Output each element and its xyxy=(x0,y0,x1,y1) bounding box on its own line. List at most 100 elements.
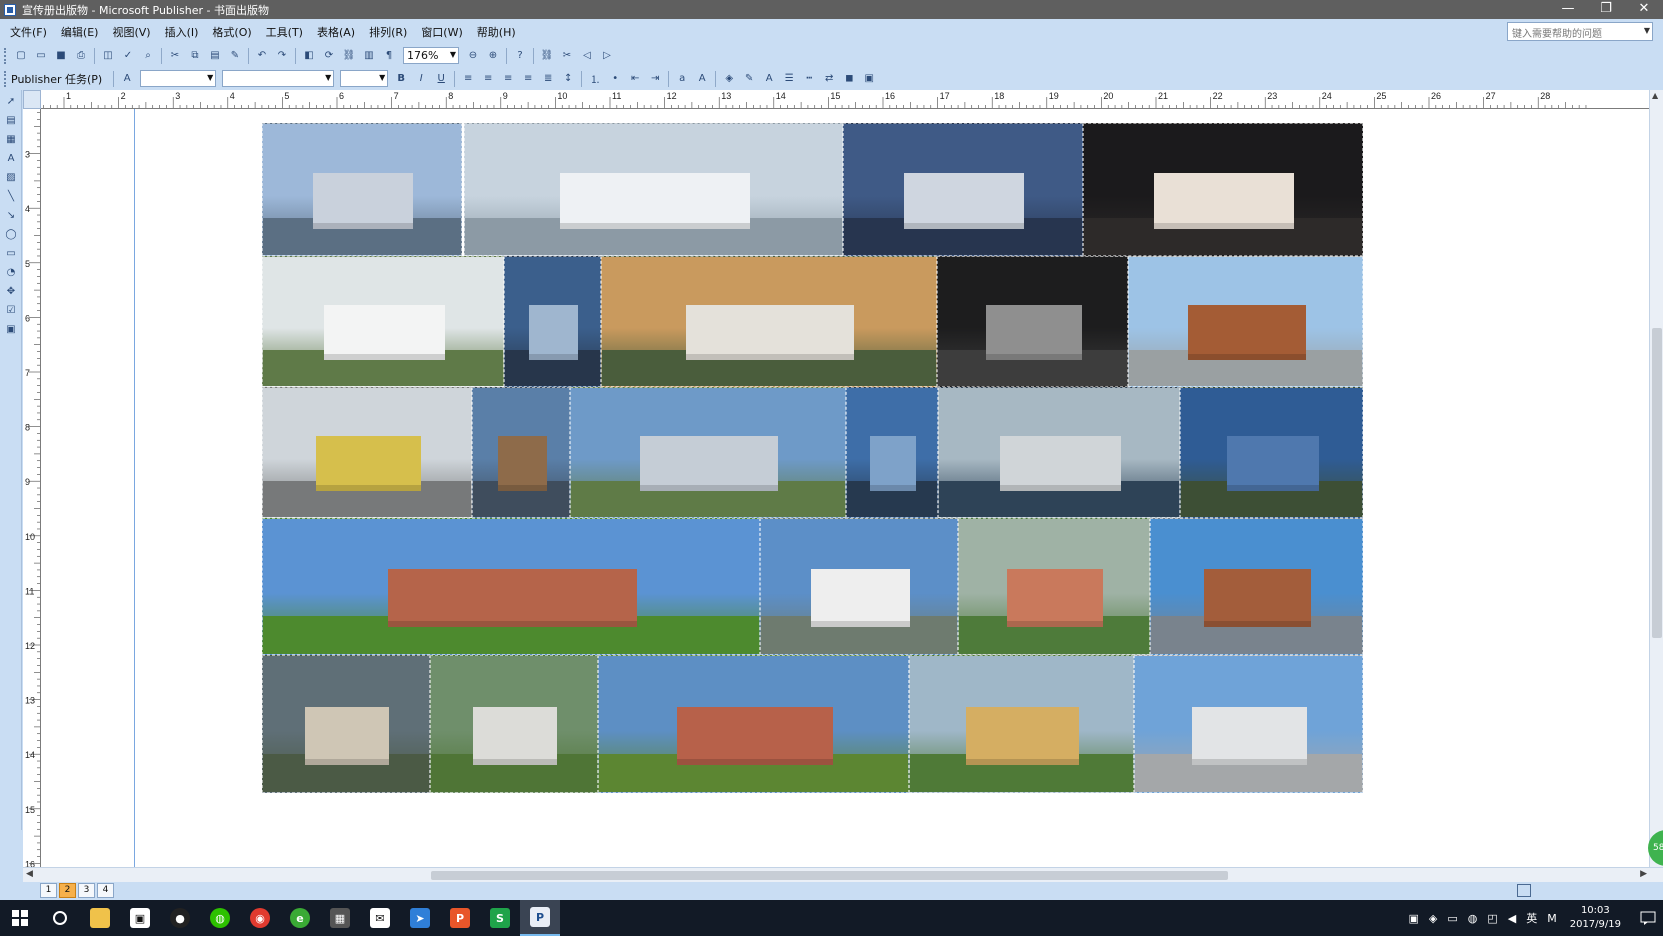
minimize-button[interactable]: — xyxy=(1549,0,1587,19)
font-select[interactable]: ▼ xyxy=(222,70,335,87)
chevron-down-icon[interactable]: ▼ xyxy=(379,73,385,82)
scroll-left-icon[interactable]: ◀ xyxy=(26,869,33,879)
photo-aerial-sports-field[interactable] xyxy=(909,655,1134,793)
page-tab-1[interactable]: 1 xyxy=(40,883,57,898)
increase-font-icon[interactable]: A xyxy=(694,71,710,87)
picture-frame-icon[interactable]: ▨ xyxy=(3,169,19,185)
photo-brick-school-trees[interactable] xyxy=(1150,518,1363,655)
hot-spot-icon[interactable]: ✥ xyxy=(3,283,19,299)
insert-hyperlink-icon[interactable]: ⛓ xyxy=(341,48,357,64)
save-icon[interactable]: ■ xyxy=(53,48,69,64)
scroll-right-icon[interactable]: ▶ xyxy=(1640,869,1647,879)
redo-icon[interactable]: ↷ xyxy=(274,48,290,64)
toolbar-grip[interactable] xyxy=(4,47,7,64)
chevron-down-icon[interactable]: ▼ xyxy=(207,73,213,82)
oval-icon[interactable]: ◯ xyxy=(3,226,19,242)
break-link-icon[interactable]: ✂ xyxy=(559,48,575,64)
photo-night-glass-tower[interactable] xyxy=(1083,123,1363,256)
italic-button[interactable]: I xyxy=(413,71,429,87)
font-size-select[interactable]: ▼ xyxy=(340,70,389,87)
line-style-icon[interactable]: ☰ xyxy=(781,71,797,87)
taskbar-wps-spreadsheet[interactable]: S xyxy=(480,900,520,936)
horizontal-scrollbar[interactable]: ◀ ▶ xyxy=(23,867,1663,882)
chevron-down-icon[interactable]: ▼ xyxy=(450,50,456,59)
start-button[interactable] xyxy=(0,900,40,936)
taskbar-store[interactable]: ▣ xyxy=(120,900,160,936)
tray-wechat-icon[interactable]: ◍ xyxy=(1468,912,1478,925)
new-icon[interactable]: ▢ xyxy=(13,48,29,64)
align-left-icon[interactable]: ≡ xyxy=(460,71,476,87)
menu-help[interactable]: 帮助(H) xyxy=(477,24,516,40)
tray-network-icon[interactable]: ◰ xyxy=(1487,912,1497,925)
photo-glass-office-block[interactable] xyxy=(570,387,846,518)
photo-brown-tower-pair[interactable] xyxy=(472,387,570,518)
menu-table[interactable]: 表格(A) xyxy=(317,24,355,40)
photo-aerial-campus-sunset[interactable] xyxy=(601,256,937,387)
table-icon[interactable]: ▦ xyxy=(3,131,19,147)
print-icon[interactable]: ⎙ xyxy=(73,48,89,64)
wordart-icon[interactable]: A xyxy=(3,150,19,166)
dash-style-icon[interactable]: ┅ xyxy=(801,71,817,87)
action-center-button[interactable] xyxy=(1633,900,1663,936)
menu-insert[interactable]: 插入(I) xyxy=(165,24,199,40)
vertical-scroll-thumb[interactable] xyxy=(1652,328,1662,638)
style-select[interactable]: ▼ xyxy=(140,70,217,87)
photo-round-brown-building[interactable] xyxy=(1128,256,1363,387)
photo-aerial-green-campus[interactable] xyxy=(430,655,598,793)
tray-app-icon[interactable]: ▣ xyxy=(1408,912,1418,925)
chevron-down-icon[interactable]: ▼ xyxy=(1644,26,1650,35)
taskbar-calculator[interactable]: ▦ xyxy=(320,900,360,936)
text-box-icon[interactable]: ▤ xyxy=(3,112,19,128)
photo-aerial-colorful-school[interactable] xyxy=(958,518,1150,655)
horizontal-scroll-thumb[interactable] xyxy=(431,871,1228,880)
task-pane-toggle[interactable]: Publisher 任务(P) xyxy=(11,71,102,87)
photo-lawn-red-school[interactable] xyxy=(598,655,909,793)
zoom-out-icon[interactable]: ⊖ xyxy=(465,48,481,64)
photo-angular-white-museum[interactable] xyxy=(262,256,504,387)
tray-shield-icon[interactable]: ◈ xyxy=(1429,912,1437,925)
menu-tools[interactable]: 工具(T) xyxy=(266,24,303,40)
taskbar-qq[interactable]: ● xyxy=(160,900,200,936)
tray-m-icon[interactable]: M xyxy=(1547,912,1557,925)
photo-aerial-city-dusk[interactable] xyxy=(262,655,430,793)
previous-frame-icon[interactable]: ◁ xyxy=(579,48,595,64)
zoom-combo[interactable]: 176% ▼ xyxy=(403,47,459,64)
next-frame-icon[interactable]: ▷ xyxy=(599,48,615,64)
scroll-up-icon[interactable]: ▲ xyxy=(1652,91,1658,100)
restore-button[interactable]: ❐ xyxy=(1587,0,1625,19)
vertical-scrollbar[interactable]: ▲ xyxy=(1649,90,1663,867)
zoom-in-icon[interactable]: ⊕ xyxy=(485,48,501,64)
rotate-icon[interactable]: ⟳ xyxy=(321,48,337,64)
line-icon[interactable]: ╲ xyxy=(3,188,19,204)
ime-indicator[interactable]: 英 xyxy=(1526,910,1537,926)
taskbar-wechat[interactable]: ◍ xyxy=(200,900,240,936)
taskbar-browser[interactable]: e xyxy=(280,900,320,936)
tray-battery-icon[interactable]: ▭ xyxy=(1447,912,1457,925)
distribute-icon[interactable]: ≣ xyxy=(540,71,556,87)
toolbar-grip[interactable] xyxy=(4,70,7,87)
ruler-corner[interactable] xyxy=(23,90,41,109)
special-characters-icon[interactable]: ¶ xyxy=(381,48,397,64)
page-tab-4[interactable]: 4 xyxy=(97,883,114,898)
cut-icon[interactable]: ✂ xyxy=(167,48,183,64)
copy-icon[interactable]: ⧉ xyxy=(187,48,203,64)
menu-format[interactable]: 格式(O) xyxy=(212,24,251,40)
menu-arrange[interactable]: 排列(R) xyxy=(369,24,407,40)
menu-window[interactable]: 窗口(W) xyxy=(421,24,462,40)
paste-icon[interactable]: ▤ xyxy=(207,48,223,64)
chevron-down-icon[interactable]: ▼ xyxy=(325,73,331,82)
vertical-ruler[interactable]: 3 4 5 6 7 8 9 10 11 12 13 14 15 16 xyxy=(23,109,41,867)
taskbar-wps-presentation[interactable]: P xyxy=(440,900,480,936)
underline-button[interactable]: U xyxy=(433,71,449,87)
help-search-input[interactable]: 键入需要帮助的问题 ▼ xyxy=(1507,22,1653,41)
undo-icon[interactable]: ↶ xyxy=(254,48,270,64)
design-gallery-icon[interactable]: ▣ xyxy=(3,321,19,337)
menu-edit[interactable]: 编辑(E) xyxy=(61,24,99,40)
increase-indent-icon[interactable]: ⇥ xyxy=(647,71,663,87)
help-icon[interactable]: ? xyxy=(512,48,528,64)
decrease-indent-icon[interactable]: ⇤ xyxy=(627,71,643,87)
photo-twin-tower-waterfront[interactable] xyxy=(262,123,462,256)
form-control-icon[interactable]: ☑ xyxy=(3,302,19,318)
clock[interactable]: 10:03 2017/9/19 xyxy=(1570,904,1621,932)
taskbar-publisher[interactable]: P xyxy=(520,900,560,936)
